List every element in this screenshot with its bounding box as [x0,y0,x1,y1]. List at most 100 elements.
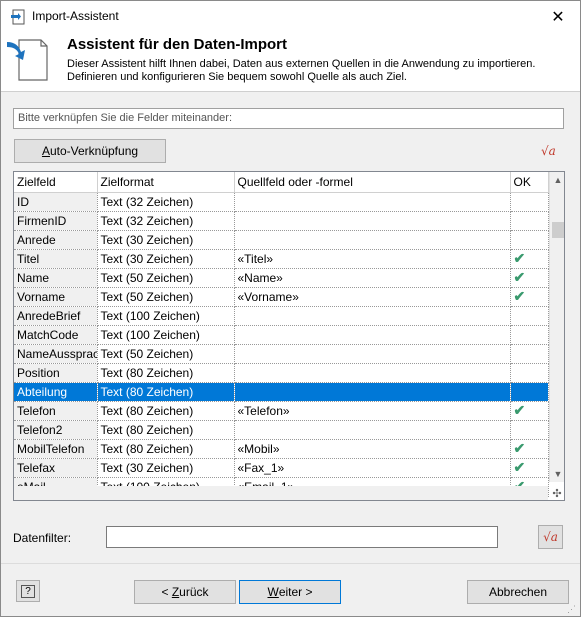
resize-grip-icon[interactable]: ⋰ [567,604,576,615]
source-cell[interactable]: «Mobil» [234,439,511,459]
target-field-cell: Anrede [14,230,98,250]
source-cell[interactable] [234,382,511,402]
column-header-target-format[interactable]: Zielformat [97,172,235,193]
table-row[interactable]: Telefon2 Text (80 Zeichen) [14,420,549,440]
formula-icon: √a [543,530,558,544]
close-icon[interactable]: ✕ [536,1,580,32]
next-label-accel: W [267,585,279,599]
next-label: eiter > [278,585,313,599]
source-cell[interactable] [234,344,511,364]
target-field-cell: Name [14,268,98,288]
source-cell[interactable] [234,192,511,212]
next-button[interactable]: Weiter > [239,580,341,604]
help-button[interactable]: ? [16,580,40,602]
filter-input[interactable] [106,526,498,548]
table-row[interactable]: Abteilung Text (80 Zeichen) [14,382,549,402]
column-header-target-field[interactable]: Zielfeld [14,172,98,193]
help-icon: ? [21,584,35,598]
table-row[interactable]: Titel Text (30 Zeichen) «Titel» ✔ [14,249,549,269]
mapping-table: Zielfeld Zielformat Quellfeld oder -form… [14,172,549,497]
source-cell[interactable]: «Fax_1» [234,458,511,478]
table-row[interactable]: Vorname Text (50 Zeichen) «Vorname» ✔ [14,287,549,307]
target-format-cell: Text (32 Zeichen) [97,192,235,212]
scroll-down-icon[interactable]: ▼ [550,466,564,482]
horizontal-scrollbar[interactable] [14,486,548,500]
import-wizard-icon [11,9,25,25]
target-field-cell: NameAusspracl [14,344,98,364]
filter-formula-button[interactable]: √a [538,525,563,549]
table-row[interactable]: Telefax Text (30 Zeichen) «Fax_1» ✔ [14,458,549,478]
auto-link-button[interactable]: Auto-Verknüpfung [14,139,166,163]
table-row[interactable]: FirmenID Text (32 Zeichen) [14,211,549,231]
target-field-cell: Position [14,363,98,383]
wizard-description: Dieser Assistent hilft Ihnen dabei, Date… [67,58,536,83]
import-arrow-document-icon [7,39,48,81]
back-label: urück [179,585,209,599]
grid-body: ID Text (32 Zeichen) FirmenID Text (32 Zeic… [14,192,549,497]
target-format-cell: Text (80 Zeichen) [97,439,235,459]
source-cell[interactable]: «Vorname» [234,287,511,307]
scroll-thumb[interactable] [552,222,564,238]
back-label-pre: < [161,585,172,599]
field-mapping-grid[interactable]: Zielfeld Zielformat Quellfeld oder -form… [13,171,565,501]
target-format-cell: Text (30 Zeichen) [97,458,235,478]
vertical-scrollbar[interactable]: ▲ ▼ [549,172,564,482]
table-row[interactable]: ID Text (32 Zeichen) [14,192,549,212]
target-field-cell: Abteilung [14,382,98,402]
back-button[interactable]: < Zurück [134,580,236,604]
checkmark-icon: ✔ [513,288,526,304]
target-format-cell: Text (50 Zeichen) [97,344,235,364]
ok-cell [510,420,549,440]
column-header-ok[interactable]: OK [510,172,549,193]
ok-cell: ✔ [510,458,549,478]
ok-cell [510,363,549,383]
target-field-cell: FirmenID [14,211,98,231]
cancel-button[interactable]: Abbrechen [467,580,569,604]
target-format-cell: Text (30 Zeichen) [97,249,235,269]
instruction-field: Bitte verknüpfen Sie die Felder miteinan… [13,108,564,129]
source-cell[interactable] [234,420,511,440]
source-cell[interactable] [234,363,511,383]
source-cell[interactable]: «Telefon» [234,401,511,421]
target-field-cell: Telefon2 [14,420,98,440]
ok-cell [510,306,549,326]
ok-cell: ✔ [510,249,549,269]
source-cell[interactable] [234,306,511,326]
ok-cell: ✔ [510,439,549,459]
target-field-cell: Telefax [14,458,98,478]
target-format-cell: Text (80 Zeichen) [97,382,235,402]
target-format-cell: Text (80 Zeichen) [97,420,235,440]
source-cell[interactable] [234,325,511,345]
table-row[interactable]: Telefon Text (80 Zeichen) «Telefon» ✔ [14,401,549,421]
ok-cell: ✔ [510,268,549,288]
target-field-cell: Titel [14,249,98,269]
target-format-cell: Text (80 Zeichen) [97,401,235,421]
target-field-cell: Telefon [14,401,98,421]
title-bar: Import-Assistent ✕ [1,1,580,32]
resize-grid-icon[interactable]: ✣ [549,486,564,500]
checkmark-icon: ✔ [513,402,526,418]
checkmark-icon: ✔ [513,250,526,266]
table-row[interactable]: NameAusspracl Text (50 Zeichen) [14,344,549,364]
formula-icon[interactable]: √a [541,144,556,158]
target-field-cell: AnredeBrief [14,306,98,326]
window-title: Import-Assistent [32,9,119,23]
source-cell[interactable]: «Name» [234,268,511,288]
source-cell[interactable]: «Titel» [234,249,511,269]
table-row[interactable]: MobilTelefon Text (80 Zeichen) «Mobil» ✔ [14,439,549,459]
ok-cell: ✔ [510,401,549,421]
table-row[interactable]: Anrede Text (30 Zeichen) [14,230,549,250]
target-field-cell: MatchCode [14,325,98,345]
ok-cell [510,382,549,402]
table-row[interactable]: MatchCode Text (100 Zeichen) [14,325,549,345]
target-format-cell: Text (50 Zeichen) [97,268,235,288]
import-wizard-window: Import-Assistent ✕ Assistent für den Dat… [0,0,581,617]
source-cell[interactable] [234,211,511,231]
wizard-title: Assistent für den Daten-Import [67,36,288,53]
scroll-up-icon[interactable]: ▲ [550,172,564,188]
table-row[interactable]: Position Text (80 Zeichen) [14,363,549,383]
table-row[interactable]: Name Text (50 Zeichen) «Name» ✔ [14,268,549,288]
source-cell[interactable] [234,230,511,250]
column-header-source[interactable]: Quellfeld oder -formel [234,172,511,193]
table-row[interactable]: AnredeBrief Text (100 Zeichen) [14,306,549,326]
